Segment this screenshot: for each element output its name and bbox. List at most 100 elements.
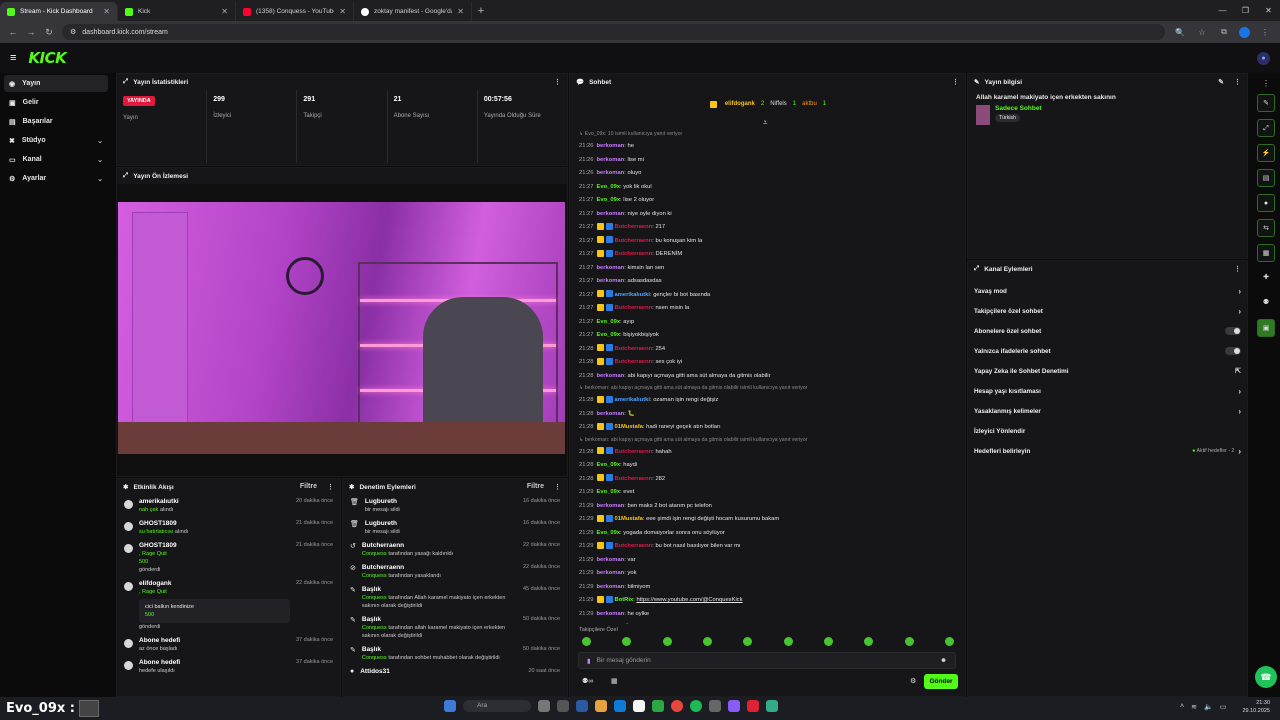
chat-username[interactable]: berkoman [597,584,625,590]
share-tool-icon[interactable]: ⚉ [1257,294,1275,312]
chat-settings-icon[interactable]: ⚙ [910,677,916,685]
chat-username[interactable]: berkoman [597,157,625,163]
taskbar-search[interactable]: Ara [463,700,531,712]
more-options-icon[interactable]: ⋮ [1234,78,1241,86]
extensions-icon[interactable]: ⧉ [1217,27,1231,37]
category-link[interactable]: Sadece Sohbet [995,105,1042,112]
sidebar-item-gelir[interactable]: ▣ Gelir [4,94,108,111]
site-info-icon[interactable]: ⚙ [70,28,76,36]
kick-logo[interactable]: KICK [28,49,66,67]
zoom-icon[interactable]: 🔍 [1173,28,1187,37]
chat-username[interactable]: Butcherraenn [615,224,653,230]
action-raid[interactable]: İzleyici Yönlendir [968,421,1247,441]
sidebar-item-ayarlar[interactable]: ⚙ Ayarlar ⌄ [4,170,108,187]
scroll-down-icon[interactable]: ⩡ [763,118,768,128]
action-account-age[interactable]: Hesap yaşı kısıtlaması › [968,381,1247,401]
chat-username[interactable]: berkoman [597,143,625,149]
action-goals[interactable]: Hedefleri belirleyin ● Aktif hedefler - 2… [968,441,1247,461]
volume-icon[interactable]: 🔈 [1204,703,1213,711]
raid-tool-icon[interactable]: ⇆ [1257,219,1275,237]
chat-username[interactable]: Butcherraenn [615,346,653,352]
send-button[interactable]: Gönder [924,674,958,689]
tab-kick-dashboard[interactable]: Stream - Kick Dashboard ✕ [0,2,118,21]
emotes-only-toggle[interactable] [1225,347,1241,355]
chat-username[interactable]: Evo_09x [597,530,621,536]
gift-box-icon[interactable]: ▦ [611,677,618,685]
emote-icon[interactable] [702,637,712,646]
tab-youtube[interactable]: (1358) Conquess - YouTube ✕ [236,2,354,21]
menu-dots-icon[interactable]: ⋮ [1258,28,1272,37]
chat-tools-icon[interactable]: ⚉∞ [582,677,593,685]
chat-username[interactable]: berkoman [597,611,625,617]
spotify-icon[interactable] [690,700,702,712]
start-icon[interactable] [444,700,456,712]
lightning-tool-icon[interactable]: ⚡ [1257,144,1275,162]
wifi-icon[interactable]: ≋ [1191,703,1197,711]
action-followers-only[interactable]: Takipçilere özel sohbet › [968,301,1247,321]
sidebar-item-kanal[interactable]: ▭ Kanal ⌄ [4,151,108,168]
chat-username[interactable]: Evo_09x [597,332,621,338]
tab-google[interactable]: zoktay manifest - Google'da Ar✕ [354,2,472,21]
chat-username[interactable]: Butcherraenn [615,251,653,257]
app-icon[interactable] [728,700,740,712]
emote-icon[interactable] [864,637,874,646]
expand-tool-icon[interactable]: ⤢ [1257,119,1275,137]
chat-username[interactable]: Butcherraenn [615,305,653,311]
chevron-up-icon[interactable]: ˄ [1180,703,1184,711]
close-tab-icon[interactable]: ✕ [221,7,228,16]
file-explorer-icon[interactable] [595,700,607,712]
more-options-icon[interactable]: ⋮ [1252,79,1280,88]
chat-username[interactable]: Butcherraenn [615,359,653,365]
chat-username[interactable]: berkoman [597,278,625,284]
chat-username[interactable]: berkoman [597,265,625,271]
chat-username[interactable]: 01Mustafa [615,516,643,522]
chat-text[interactable]: https://www.youtube.com/@ConquesKick [636,597,742,603]
chat-username[interactable]: Evo_09x [597,489,621,495]
support-chat-icon[interactable]: ☎ [1255,666,1277,688]
hamburger-menu-icon[interactable]: ≡ [10,52,16,64]
app-icon[interactable] [766,700,778,712]
chat-tool-icon[interactable]: ● [1257,194,1275,212]
chat-username[interactable]: Butcherraenn [615,476,653,482]
close-tab-icon[interactable]: ✕ [103,7,110,16]
close-tab-icon[interactable]: ✕ [339,7,346,16]
user-avatar[interactable]: ● [1257,51,1270,65]
chat-username[interactable]: Butcherraenn [615,238,653,244]
emote-icon[interactable] [823,637,833,646]
tab-kick[interactable]: Kick ✕ [118,2,236,21]
chat-username[interactable]: 01Mustafa [615,424,643,430]
reload-icon[interactable]: ↻ [44,27,54,38]
add-widget-icon[interactable]: ▣ [1257,319,1275,337]
stream-preview-video[interactable] [118,202,565,454]
edit-tool-icon[interactable]: ✎ [1257,94,1275,112]
chat-username[interactable]: amerikalıutki [615,292,650,298]
forward-icon[interactable]: → [26,27,36,37]
maximize-icon[interactable]: ❐ [1234,6,1257,15]
emote-icon[interactable] [662,637,672,646]
app-icon[interactable] [633,700,645,712]
action-slow-mode[interactable]: Yavaş mod › [968,281,1247,301]
chat-username[interactable]: Butcherraenn [615,449,653,455]
activity-filter-button[interactable]: Filtre [300,483,317,491]
chat-input[interactable]: ▮ Bir mesaj gönderin ☻ [578,652,956,669]
emote-icon[interactable] [582,637,591,646]
sidebar-item-studyo[interactable]: ✖ Stüdyo ⌄ [4,132,108,149]
edge-icon[interactable] [614,700,626,712]
emote-icon[interactable] [904,637,914,646]
chat-username[interactable]: Evo_09x [597,197,621,203]
app-icon[interactable] [709,700,721,712]
chat-username[interactable]: Evo_09x [597,462,621,468]
sidebar-item-yayin[interactable]: ◉ Yayın [4,75,108,92]
app-icon[interactable] [747,700,759,712]
wrench-tool-icon[interactable]: ✚ [1257,269,1275,287]
profile-avatar[interactable] [1239,26,1250,38]
url-field[interactable]: ⚙ dashboard.kick.com/stream [62,24,1165,40]
chat-username[interactable]: Evo_09x [597,319,621,325]
subscribers-only-toggle[interactable] [1225,327,1241,335]
battery-icon[interactable]: ▭ [1220,703,1227,711]
app-icon[interactable] [576,700,588,712]
list-tool-icon[interactable]: ▦ [1257,244,1275,262]
chrome-icon[interactable] [671,700,683,712]
chat-username[interactable]: amerikalıutki [615,397,650,403]
chat-username[interactable]: Evo_09x [597,184,621,190]
